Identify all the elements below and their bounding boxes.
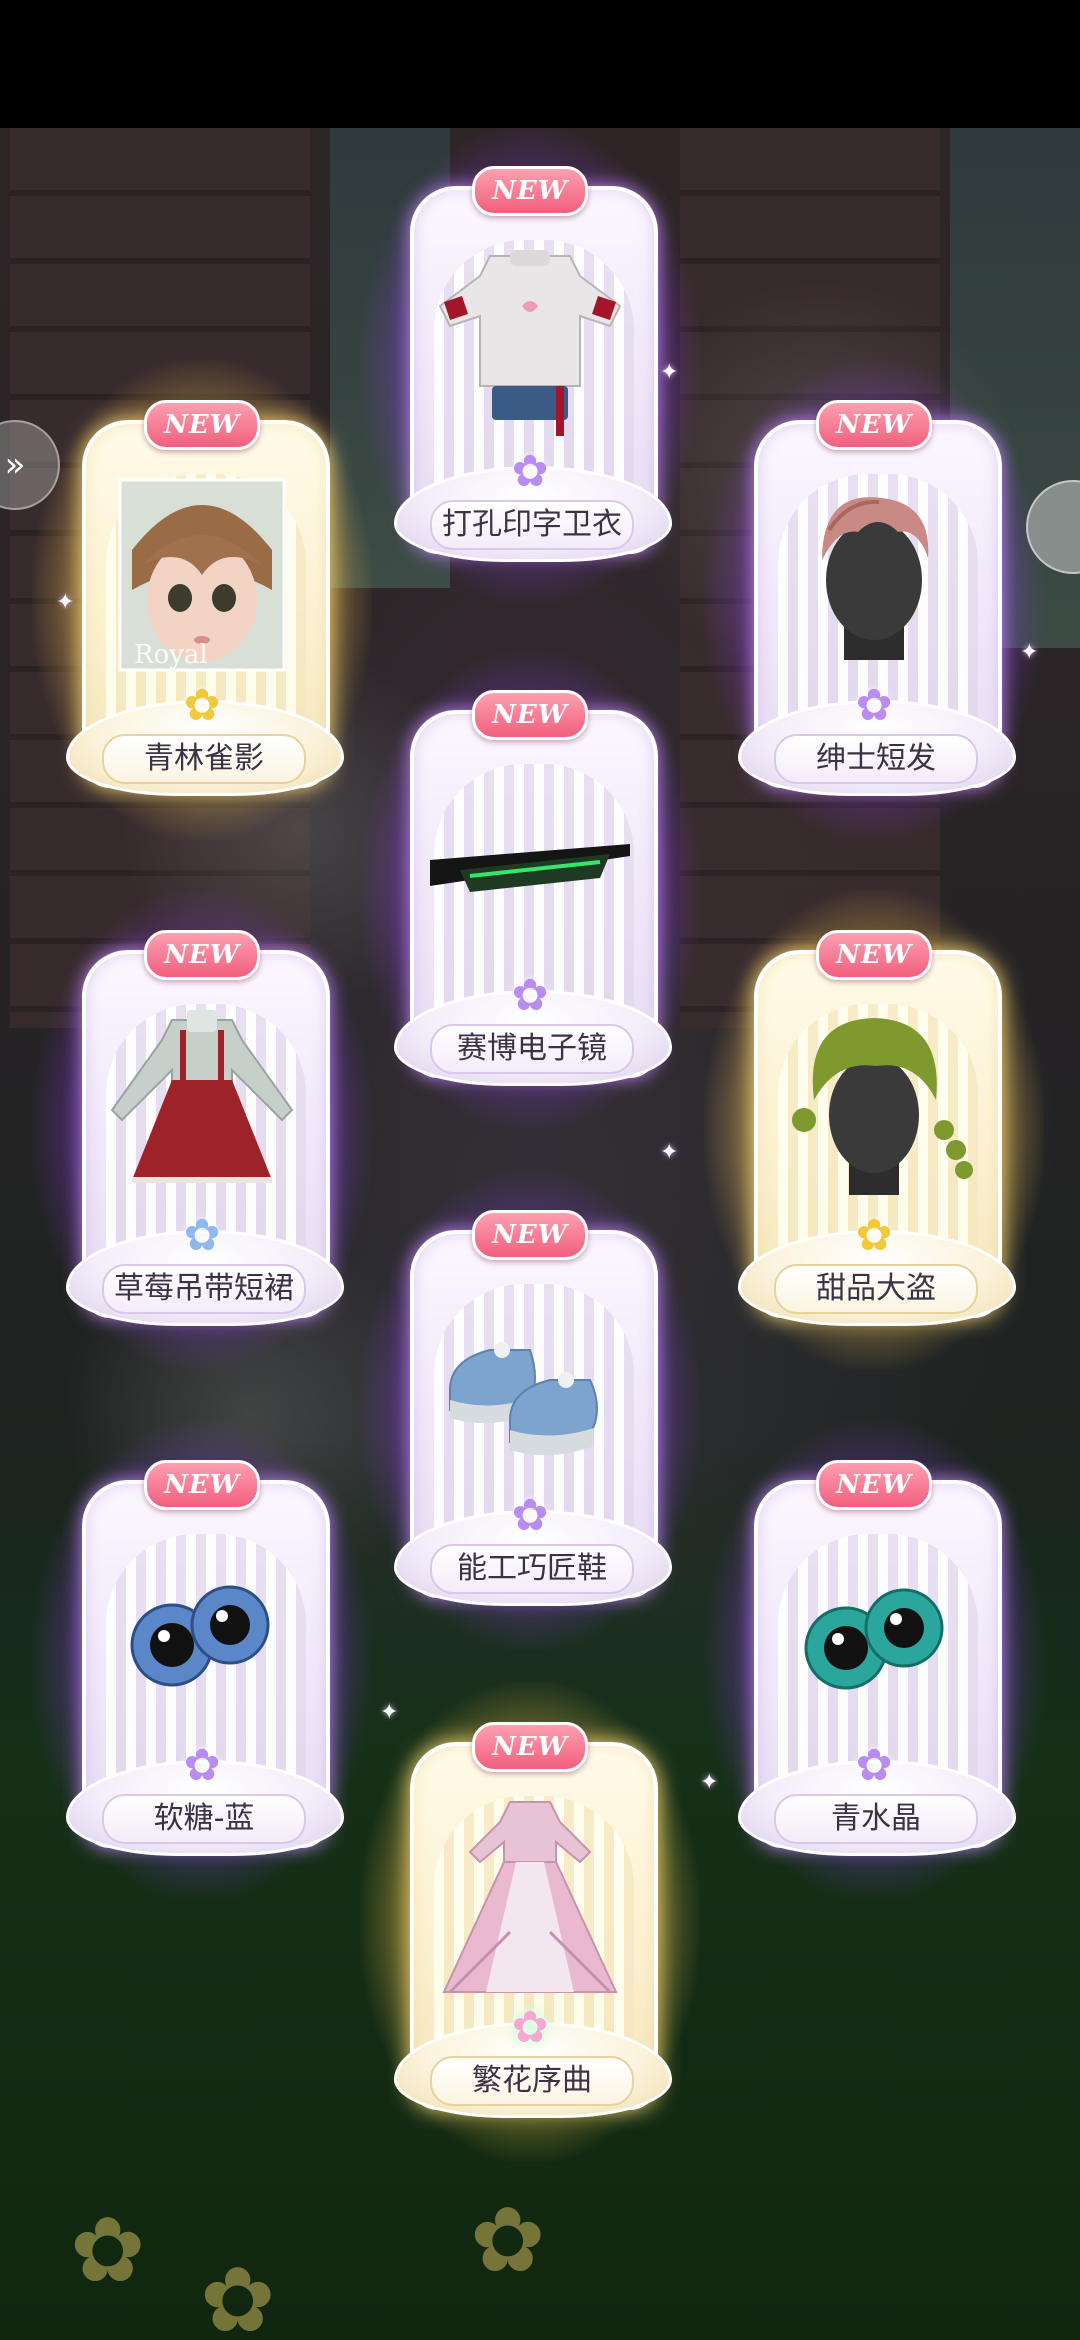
item-card[interactable]: NEW ✿ 草莓吊带短裙	[32, 890, 372, 1370]
status-bar	[0, 0, 1080, 128]
sparkle-icon: ✦	[380, 1700, 399, 1725]
teal-eyes-icon	[804, 1588, 944, 1690]
new-badge: NEW	[144, 400, 260, 450]
new-badge: NEW	[144, 930, 260, 980]
blue-eyes-icon	[130, 1585, 270, 1687]
item-card[interactable]: NEW ✿ 绅士短发	[704, 360, 1044, 840]
item-name: 软糖-蓝	[102, 1794, 306, 1844]
rarity-flower-icon: ✿	[183, 1740, 221, 1791]
item-name: 打孔印字卫衣	[430, 500, 634, 550]
item-card[interactable]: NEW ✿ 打孔印字卫衣	[360, 126, 700, 606]
daisy-decoration: ✿	[200, 2248, 276, 2340]
new-badge: NEW	[472, 690, 588, 740]
sparkle-icon: ✦	[56, 590, 75, 615]
short-hair-icon	[822, 497, 929, 660]
item-name: 绅士短发	[774, 734, 978, 784]
item-card[interactable]: NEW ✿ 赛博电子镜	[360, 650, 700, 1130]
new-badge: NEW	[144, 1460, 260, 1510]
sparkle-icon: ✦	[1020, 640, 1039, 665]
rarity-flower-icon: ✿	[183, 680, 221, 731]
portrait-watermark: Royal	[134, 640, 208, 670]
rarity-flower-icon: ✿	[511, 1490, 549, 1541]
item-name: 能工巧匠鞋	[430, 1544, 634, 1594]
rarity-flower-icon: ✿	[511, 970, 549, 1021]
sparkle-icon: ✦	[660, 360, 679, 385]
item-name: 繁花序曲	[430, 2056, 634, 2106]
rarity-flower-icon: ✿	[511, 2002, 549, 2053]
item-name: 青林雀影	[102, 734, 306, 784]
sneakers-icon	[449, 1342, 598, 1456]
new-badge: NEW	[816, 1460, 932, 1510]
item-name: 赛博电子镜	[430, 1024, 634, 1074]
green-hair-icon	[792, 1018, 973, 1195]
rarity-flower-icon: ✿	[511, 446, 549, 497]
item-card[interactable]: NEW ✿ 甜品大盗	[704, 890, 1044, 1370]
rarity-flower-icon: ✿	[855, 1740, 893, 1791]
sweater-icon	[438, 250, 622, 436]
item-card[interactable]: NEW ✿ 青水晶	[704, 1420, 1044, 1900]
new-badge: NEW	[472, 1210, 588, 1260]
item-card[interactable]: NEW ✿ 能工巧匠鞋	[360, 1170, 700, 1650]
rarity-flower-icon: ✿	[855, 1210, 893, 1261]
rarity-flower-icon: ✿	[855, 680, 893, 731]
item-card[interactable]: NEW Royal ✿ 青林雀影	[32, 360, 372, 840]
flower-gown-icon	[442, 1801, 618, 1994]
item-name: 甜品大盗	[774, 1264, 978, 1314]
new-badge: NEW	[472, 1722, 588, 1772]
cyber-glasses-icon	[430, 844, 630, 892]
new-badge: NEW	[816, 400, 932, 450]
item-name: 青水晶	[774, 1794, 978, 1844]
new-badge: NEW	[472, 166, 588, 216]
daisy-decoration: ✿	[70, 2198, 146, 2303]
item-name: 草莓吊带短裙	[102, 1264, 306, 1314]
gacha-result-screen: ✿ ✿ ✿ » NEW ✿ 打孔印字卫衣 NEW Royal ✿ 青林雀影 NE…	[0, 0, 1080, 2340]
item-card[interactable]: NEW ✿ 繁花序曲	[360, 1682, 700, 2162]
new-badge: NEW	[816, 930, 932, 980]
sparkle-icon: ✦	[660, 1140, 679, 1165]
sparkle-icon: ✦	[700, 1770, 719, 1795]
rarity-flower-icon: ✿	[183, 1210, 221, 1261]
daisy-decoration: ✿	[470, 2188, 546, 2293]
strawberry-dress-icon	[110, 1010, 294, 1183]
item-card[interactable]: NEW ✿ 软糖-蓝	[32, 1420, 372, 1900]
